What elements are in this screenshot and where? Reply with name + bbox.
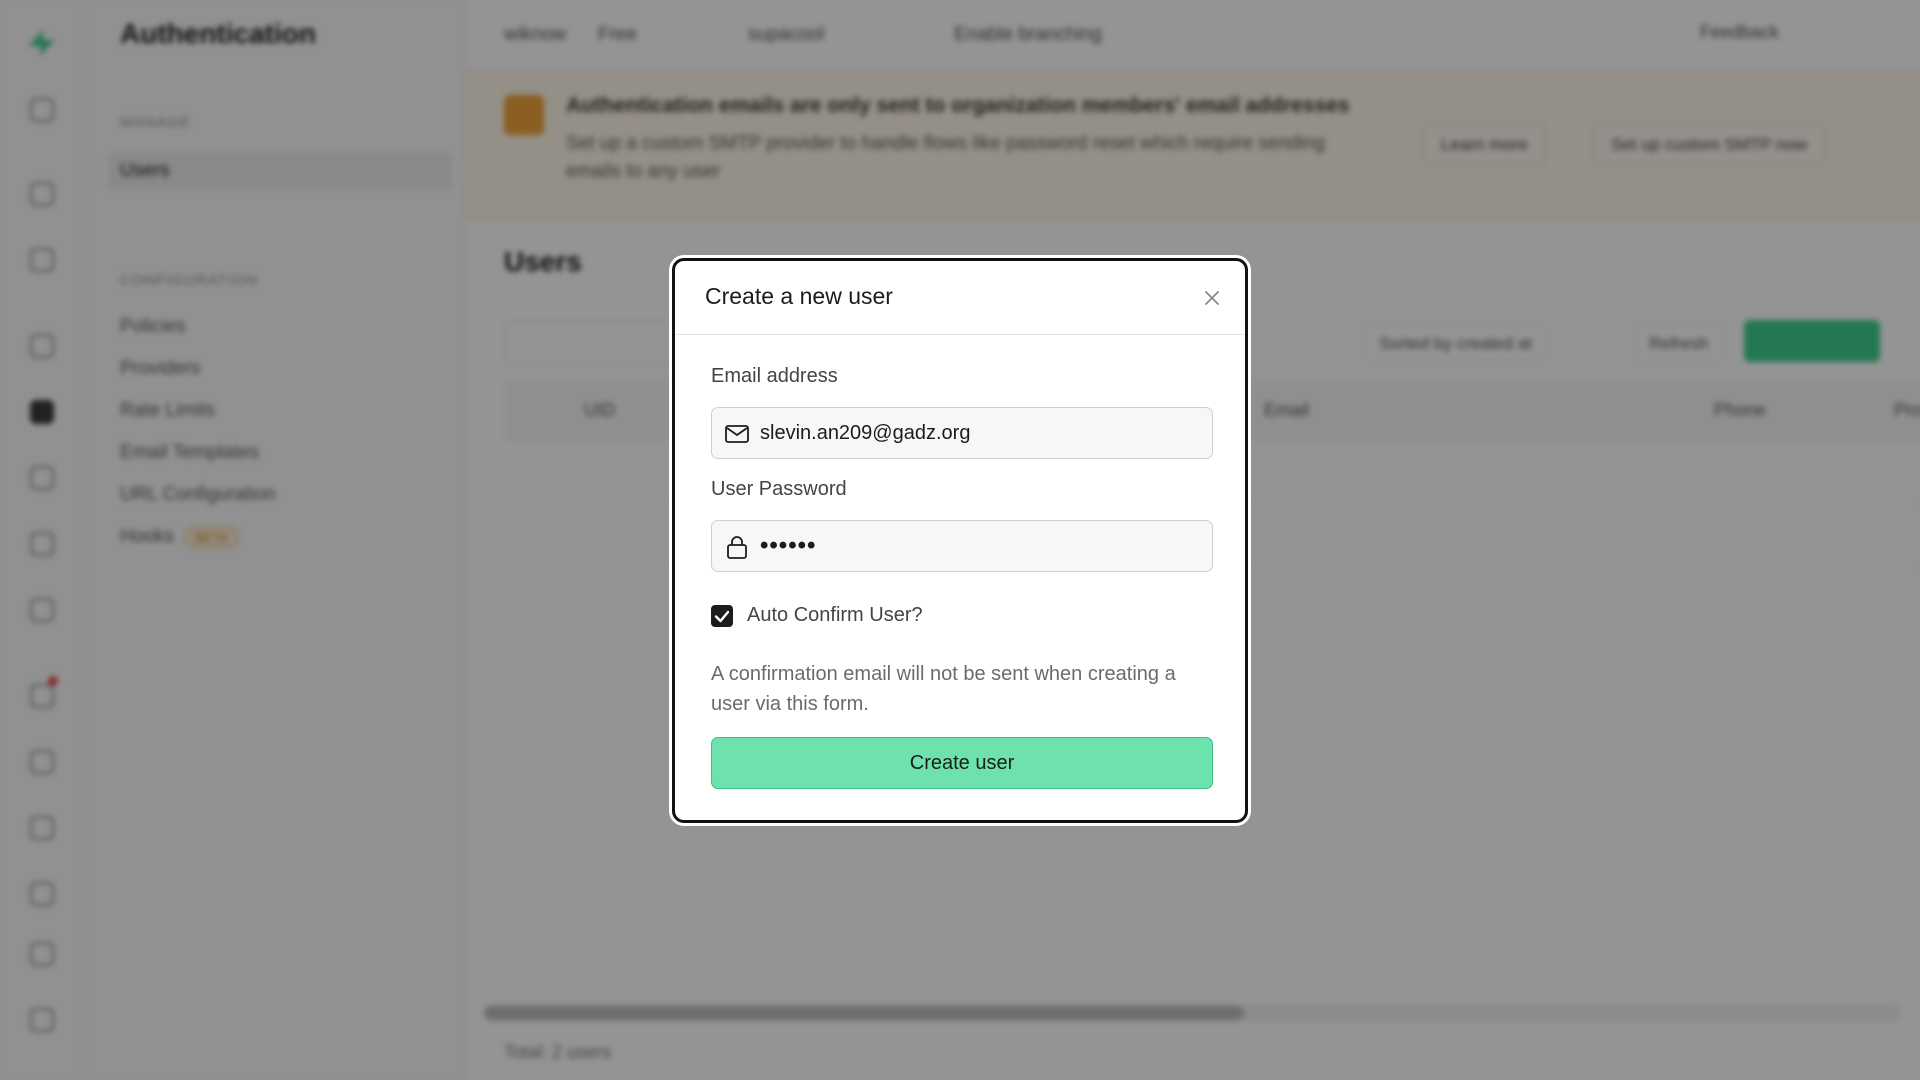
create-user-button[interactable]: Create user	[711, 737, 1213, 789]
envelope-icon	[725, 425, 749, 443]
auto-confirm-checkbox[interactable]	[711, 605, 733, 627]
dialog-title: Create a new user	[705, 283, 893, 309]
lock-icon	[727, 536, 747, 559]
checkmark-icon	[714, 610, 730, 623]
password-field[interactable]	[711, 520, 1213, 572]
email-label: Email address	[711, 365, 838, 387]
email-field[interactable]	[711, 407, 1213, 459]
auto-confirm-label[interactable]: Auto Confirm User?	[747, 604, 923, 627]
password-input[interactable]	[760, 521, 1200, 571]
password-label: User Password	[711, 478, 847, 500]
close-icon[interactable]	[1201, 287, 1223, 309]
email-input[interactable]	[760, 408, 1200, 458]
dialog-header: Create a new user	[675, 261, 1245, 335]
create-user-dialog: Create a new user Email address User Pas…	[672, 258, 1248, 823]
confirmation-note: A confirmation email will not be sent wh…	[711, 663, 1176, 715]
